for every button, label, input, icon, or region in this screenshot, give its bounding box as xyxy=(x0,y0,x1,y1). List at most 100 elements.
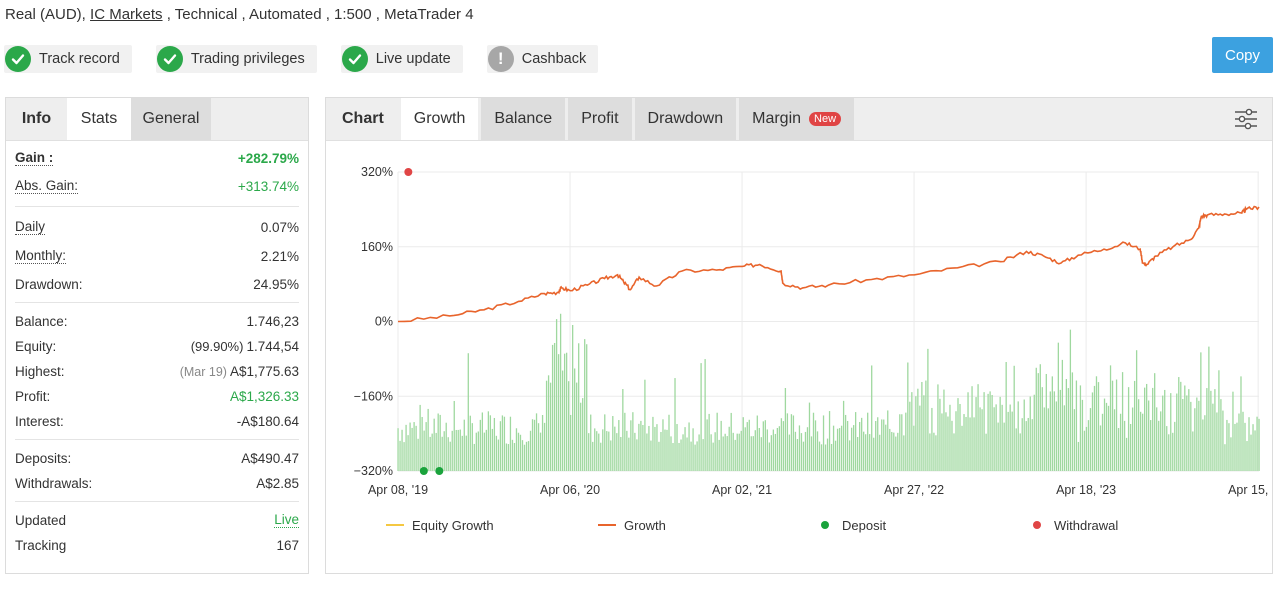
y-tick-label: 0% xyxy=(375,315,393,329)
activity-bar xyxy=(786,413,789,471)
activity-bar xyxy=(722,436,724,471)
activity-bar xyxy=(1085,426,1088,471)
activity-bar xyxy=(810,436,813,471)
activity-bar xyxy=(1131,407,1134,471)
activity-bar xyxy=(600,442,602,471)
activity-bar xyxy=(979,407,981,471)
activity-bar xyxy=(859,422,861,471)
activity-bar xyxy=(1154,373,1156,471)
broker-link[interactable]: IC Markets xyxy=(90,6,163,23)
badge-label: Trading privileges xyxy=(190,51,305,67)
badge-track-record[interactable]: Track record xyxy=(4,45,132,73)
activity-bar xyxy=(1192,431,1194,471)
tab-growth[interactable]: Growth xyxy=(400,98,479,140)
tab-balance[interactable]: Balance xyxy=(481,98,566,140)
stat-tracking: Tracking 167 xyxy=(15,533,299,558)
stat-label[interactable]: Monthly: xyxy=(15,248,67,264)
activity-bar xyxy=(834,440,837,471)
activity-bar xyxy=(455,429,457,471)
activity-bar xyxy=(1188,389,1190,471)
activity-bar xyxy=(1007,411,1009,471)
activity-bar xyxy=(563,353,566,471)
activity-bar xyxy=(427,408,429,471)
stat-label[interactable]: Daily xyxy=(15,219,46,235)
tab-info[interactable]: Info xyxy=(6,98,67,140)
badge-trading-privileges[interactable]: Trading privileges xyxy=(155,45,317,73)
x-tick-label: Apr 27, '22 xyxy=(884,483,944,497)
activity-bar xyxy=(570,414,572,471)
activity-bar xyxy=(435,432,437,471)
activity-bar xyxy=(1045,373,1047,471)
tab-stats[interactable]: Stats xyxy=(67,98,131,140)
account-summary: Real (AUD), IC Markets , Technical , Aut… xyxy=(5,6,474,23)
activity-bar xyxy=(967,392,969,471)
activity-bar xyxy=(1097,382,1100,471)
divider xyxy=(15,501,299,502)
activity-bar xyxy=(1011,411,1013,471)
activity-bar xyxy=(752,436,754,471)
stat-label: Drawdown: xyxy=(15,276,83,292)
activity-bar xyxy=(730,412,732,471)
activity-bar xyxy=(527,441,530,471)
stat-value: A$2.85 xyxy=(256,476,299,491)
activity-bar xyxy=(1029,396,1031,471)
activity-bar xyxy=(915,396,917,471)
activity-bar xyxy=(704,359,706,471)
activity-bar xyxy=(1180,381,1182,471)
activity-bar xyxy=(1019,433,1021,471)
activity-bar xyxy=(869,434,871,471)
activity-bar xyxy=(891,431,893,471)
activity-bar xyxy=(1127,387,1130,471)
badge-live-update[interactable]: Live update xyxy=(340,45,463,73)
activity-bar xyxy=(1055,401,1057,471)
activity-bar xyxy=(971,386,973,471)
activity-bar xyxy=(780,418,783,471)
activity-bar xyxy=(1049,391,1051,471)
activity-bar xyxy=(1103,398,1106,471)
tab-drawdown[interactable]: Drawdown xyxy=(634,98,737,140)
copy-button[interactable]: Copy xyxy=(1212,37,1273,73)
activity-bar xyxy=(937,384,939,471)
activity-bar xyxy=(648,425,650,471)
activity-bar xyxy=(1033,394,1035,471)
activity-bar xyxy=(690,441,692,471)
activity-bar xyxy=(429,436,431,471)
activity-bar xyxy=(561,370,564,471)
tab-profit[interactable]: Profit xyxy=(568,98,632,140)
stat-label[interactable]: Abs. Gain: xyxy=(15,178,79,194)
activity-bar xyxy=(678,442,680,471)
stats-list: Gain : +282.79% Abs. Gain: +313.74% Dail… xyxy=(6,141,308,558)
stat-value: (Mar 19) A$1,775.63 xyxy=(180,364,299,379)
activity-bar xyxy=(1043,407,1045,471)
activity-bar xyxy=(1109,365,1112,471)
activity-bar xyxy=(636,439,638,471)
activity-bar xyxy=(923,395,925,471)
activity-bar xyxy=(431,433,433,471)
activity-bar xyxy=(1258,418,1260,471)
info-panel: Info Stats General Gain : +282.79% Abs. … xyxy=(5,97,309,574)
activity-bar xyxy=(1081,399,1084,471)
activity-bar xyxy=(987,393,989,471)
divider xyxy=(15,206,299,207)
activity-bar xyxy=(493,417,496,471)
activity-bar xyxy=(1059,389,1062,471)
activity-bar xyxy=(1037,373,1039,471)
activity-bar xyxy=(734,439,736,471)
activity-bar xyxy=(676,424,678,471)
stat-label: Withdrawals: xyxy=(15,476,93,491)
activity-bar xyxy=(590,414,592,471)
stat-value: -A$180.64 xyxy=(236,414,299,429)
activity-bar xyxy=(917,388,919,471)
activity-bar xyxy=(1117,428,1120,471)
stat-value: A$490.47 xyxy=(241,451,299,466)
tab-margin[interactable]: Margin New xyxy=(739,98,855,140)
activity-bar xyxy=(1031,419,1033,471)
stat-label[interactable]: Gain : xyxy=(15,151,54,166)
badge-cashback[interactable]: ! Cashback xyxy=(486,45,599,73)
tab-general[interactable]: General xyxy=(131,98,211,140)
growth-chart[interactable]: 320% 160% 0% −160% −320% Apr 08, '19 Apr 06, … xyxy=(326,141,1272,573)
live-status[interactable]: Live xyxy=(274,513,299,528)
activity-bar xyxy=(507,444,510,471)
chart-settings-icon[interactable] xyxy=(1233,107,1259,131)
activity-bar xyxy=(559,313,562,471)
